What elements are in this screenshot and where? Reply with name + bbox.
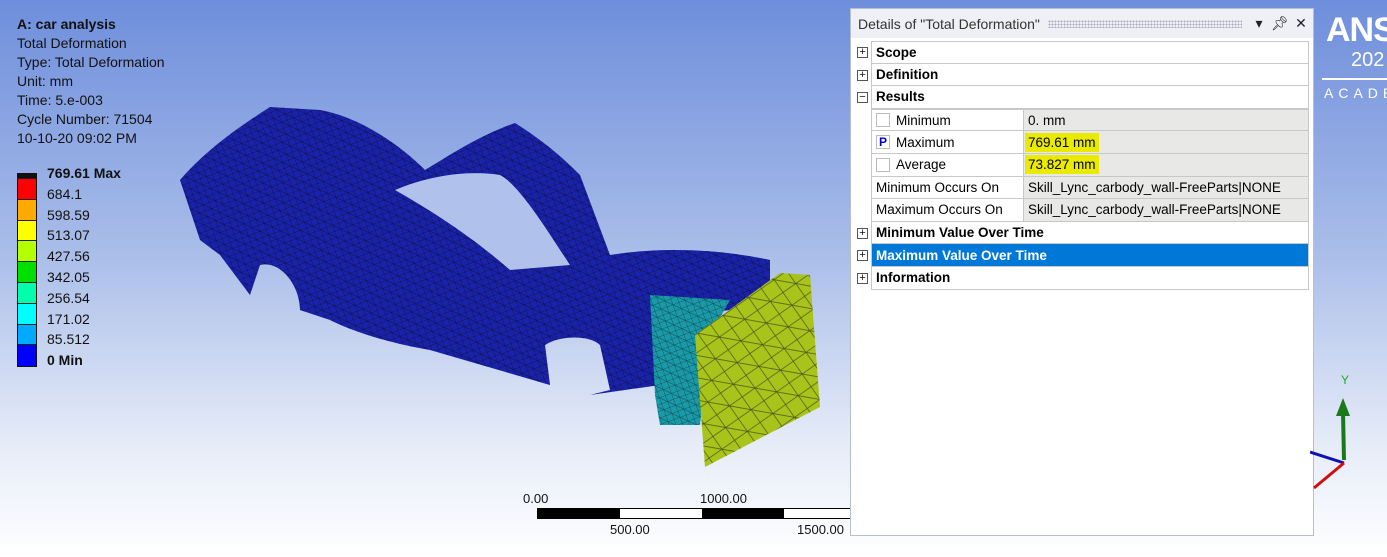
property-label: Maximum [896, 134, 955, 150]
z-axis-arrow [1310, 450, 1345, 465]
timestamp: 10-10-20 09:02 PM [17, 130, 137, 146]
y-axis-label: Y [1341, 373, 1349, 387]
property-value: 769.61 mm [1025, 132, 1099, 152]
section-max-over-time[interactable]: + Maximum Value Over Time [851, 244, 1313, 267]
legend-label: 85.512 [47, 331, 90, 348]
property-label: Average [896, 157, 947, 173]
result-type: Type: Total Deformation [17, 54, 165, 70]
property-value: 73.827 mm [1025, 155, 1099, 175]
expand-icon[interactable]: + [857, 250, 868, 262]
drag-handle[interactable] [1047, 19, 1242, 28]
legend-swatch [18, 220, 36, 242]
section-definition[interactable]: + Definition [851, 63, 1313, 87]
result-row[interactable]: P Maximum 769.61 mm [851, 131, 1313, 154]
axis-triad[interactable]: Y [1310, 370, 1387, 500]
details-panel-title: Details of "Total Deformation" [858, 15, 1040, 32]
section-min-over-time[interactable]: + Minimum Value Over Time [851, 221, 1313, 245]
collapse-icon[interactable]: − [857, 92, 868, 104]
legend-label: 513.07 [47, 227, 90, 244]
result-row[interactable]: Maximum Occurs On Skill_Lync_carbody_wall… [851, 199, 1313, 222]
legend-swatch [18, 241, 36, 263]
section-information[interactable]: + Information [851, 266, 1313, 290]
x-axis-arrow [1313, 461, 1345, 490]
expand-icon[interactable]: + [857, 272, 868, 284]
result-row[interactable]: Minimum Occurs On Skill_Lync_carbody_wall… [851, 176, 1313, 200]
result-info: A: car analysis Total Deformation Type: … [17, 15, 165, 148]
property-value: Skill_Lync_carbody_wall-FreeParts|NONE [1028, 202, 1281, 218]
scale-label-1000: 1000.00 [700, 491, 747, 506]
legend-swatch [18, 262, 36, 283]
legend-swatch [18, 324, 36, 346]
scale-label-500: 500.00 [610, 522, 650, 537]
parameter-checkbox[interactable] [876, 157, 890, 172]
expand-icon[interactable]: + [857, 69, 868, 81]
legend-label: 598.59 [47, 206, 90, 223]
result-unit: Unit: mm [17, 73, 73, 89]
legend-swatch [18, 303, 36, 325]
property-label: Minimum [896, 112, 951, 128]
legend-label: 684.1 [47, 185, 83, 202]
section-results[interactable]: − Results [851, 86, 1313, 109]
section-scope[interactable]: + Scope [851, 41, 1313, 64]
close-icon[interactable]: ✕ [1292, 15, 1310, 32]
legend-label: 342.05 [47, 269, 90, 285]
scale-label-1500: 1500.00 [797, 522, 844, 537]
legend-swatch [18, 199, 36, 221]
result-name: Total Deformation [17, 35, 127, 51]
legend-label: 171.02 [47, 310, 90, 327]
legend-colorbar [17, 173, 37, 368]
legend-swatch [18, 345, 36, 367]
parameter-checkbox[interactable]: P [876, 135, 890, 150]
ansys-logo: ANS 202 ACADE [1322, 12, 1387, 101]
details-panel-header: Details of "Total Deformation" ▾ 📌︎ ✕ [851, 9, 1313, 38]
legend-label: 427.56 [47, 248, 90, 265]
cycle-number: Cycle Number: 71504 [17, 111, 153, 127]
legend-label: 256.54 [47, 289, 90, 306]
result-time: Time: 5.e-003 [17, 92, 103, 108]
legend-swatch [18, 282, 36, 304]
legend-label: 769.61 Max [47, 165, 121, 181]
scale-label-0: 0.00 [523, 491, 549, 506]
y-axis-arrow [1341, 411, 1346, 461]
details-panel: Details of "Total Deformation" ▾ 📌︎ ✕ + S… [850, 8, 1314, 536]
property-value: Skill_Lync_carbody_wall-FreeParts|NONE [1028, 179, 1281, 195]
legend-label: 0 Min [47, 352, 83, 369]
result-row[interactable]: Average 73.827 mm [851, 153, 1313, 177]
analysis-title: A: car analysis [17, 16, 116, 32]
parameter-checkbox[interactable] [876, 113, 890, 128]
car-deformation-model[interactable] [170, 95, 830, 475]
property-label: Maximum Occurs On [876, 202, 1003, 218]
property-label: Minimum Occurs On [876, 179, 1000, 195]
property-value: 0. mm [1028, 112, 1066, 128]
result-row[interactable]: Minimum 0. mm [851, 108, 1313, 132]
expand-icon[interactable]: + [857, 227, 868, 239]
dropdown-icon[interactable]: ▾ [1250, 15, 1268, 32]
pin-icon[interactable]: 📌︎ [1271, 15, 1289, 32]
legend-swatch [18, 179, 36, 200]
expand-icon[interactable]: + [857, 47, 868, 58]
